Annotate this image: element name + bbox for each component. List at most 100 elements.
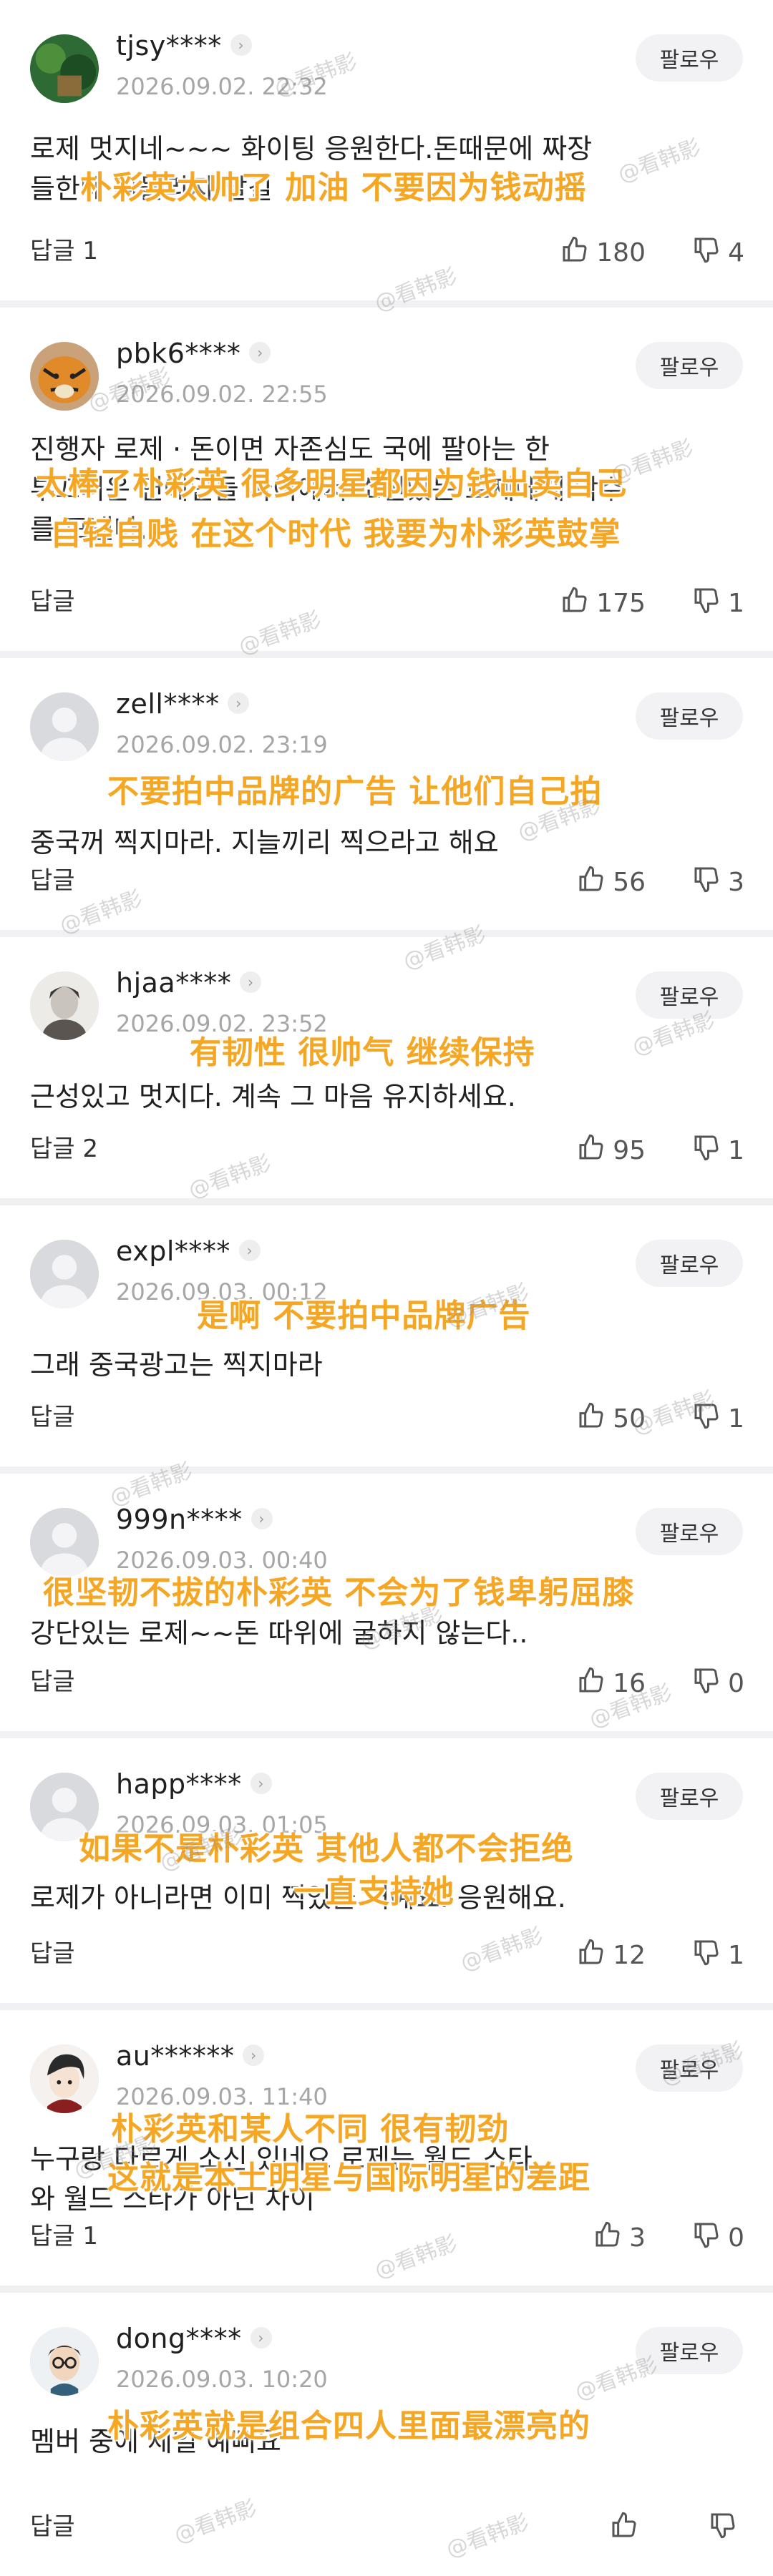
dislike-button[interactable]: 0 bbox=[692, 2220, 744, 2256]
chevron-right-icon[interactable]: › bbox=[249, 341, 271, 363]
reply-button[interactable]: 답글 1 bbox=[30, 2216, 98, 2251]
translation-overlay: 很坚韧不拔的朴彩英 不会为了钱卑躬屈膝 bbox=[43, 1575, 635, 1611]
comment-item: au****** › 2026.09.03. 11:40 팔로우 누구랑 다르게 … bbox=[0, 2010, 773, 2293]
chevron-right-icon[interactable]: › bbox=[250, 1772, 272, 1794]
dislike-button[interactable]: 1 bbox=[692, 1401, 744, 1436]
thumbs-up-icon bbox=[577, 865, 613, 900]
comment-date: 2026.09.03. 10:20 bbox=[116, 2366, 328, 2393]
thumbs-down-icon bbox=[692, 1938, 728, 1973]
dislike-button[interactable]: 1 bbox=[692, 586, 744, 621]
username[interactable]: zell**** › bbox=[116, 688, 250, 720]
avatar[interactable] bbox=[30, 692, 99, 761]
thumbs-up-icon bbox=[577, 1938, 613, 1973]
follow-button[interactable]: 팔로우 bbox=[636, 342, 743, 389]
thumbs-down-icon bbox=[709, 2511, 744, 2546]
reply-button[interactable]: 답글 1 bbox=[30, 231, 98, 266]
username[interactable]: happ**** › bbox=[116, 1768, 272, 1800]
dislike-count: 1 bbox=[728, 1136, 744, 1165]
avatar[interactable] bbox=[30, 1240, 99, 1308]
avatar[interactable] bbox=[30, 342, 99, 411]
like-count: 175 bbox=[596, 589, 646, 618]
follow-button[interactable]: 팔로우 bbox=[636, 971, 743, 1019]
dislike-button[interactable]: 1 bbox=[692, 1938, 744, 1973]
dislike-button[interactable]: 1 bbox=[692, 1133, 744, 1168]
comment-list: tjsy**** › 2026.09.02. 22:32 팔로우 로제 멋지네~~… bbox=[0, 0, 773, 2576]
thumbs-up-icon bbox=[577, 1666, 613, 1701]
translation-overlay: 朴彩英太帅了 加油 不要因为钱动摇 bbox=[80, 170, 587, 206]
reply-button[interactable]: 답글 bbox=[30, 2507, 75, 2542]
reply-button[interactable]: 답글 bbox=[30, 582, 75, 617]
follow-button[interactable]: 팔로우 bbox=[636, 1773, 743, 1820]
comment-item: hjaa**** › 2026.09.02. 23:52 팔로우 근성있고 멋지다… bbox=[0, 937, 773, 1205]
translation-overlay: 朴彩英和某人不同 很有韧劲 bbox=[111, 2111, 510, 2148]
follow-button[interactable]: 팔로우 bbox=[636, 692, 743, 740]
like-button[interactable]: 3 bbox=[593, 2220, 646, 2256]
like-button[interactable]: 56 bbox=[577, 865, 646, 900]
chevron-right-icon[interactable]: › bbox=[230, 34, 252, 56]
like-button[interactable]: 50 bbox=[577, 1401, 646, 1436]
like-count: 12 bbox=[613, 1941, 646, 1970]
like-count: 95 bbox=[613, 1136, 646, 1165]
reply-button[interactable]: 답글 bbox=[30, 861, 75, 896]
dislike-button[interactable] bbox=[709, 2511, 744, 2546]
avatar[interactable] bbox=[30, 2327, 99, 2396]
like-count: 50 bbox=[613, 1404, 646, 1434]
avatar[interactable] bbox=[30, 34, 99, 103]
translation-overlay: 太棒了朴彩英 很多明星都因为钱出卖自己 bbox=[36, 466, 628, 502]
username[interactable]: hjaa**** › bbox=[116, 967, 262, 999]
dislike-count: 1 bbox=[728, 1404, 744, 1434]
thumbs-down-icon bbox=[692, 235, 728, 270]
dislike-count: 1 bbox=[728, 1941, 744, 1970]
follow-button[interactable]: 팔로우 bbox=[636, 2044, 743, 2092]
follow-button[interactable]: 팔로우 bbox=[636, 2327, 743, 2374]
like-button[interactable]: 175 bbox=[560, 586, 646, 621]
like-button[interactable] bbox=[610, 2511, 646, 2546]
comment-date: 2026.09.02. 23:19 bbox=[116, 731, 328, 758]
thumbs-down-icon bbox=[692, 586, 728, 621]
translation-overlay: 自轻自贱 在这个时代 我要为朴彩英鼓掌 bbox=[50, 516, 621, 552]
dislike-count: 4 bbox=[728, 238, 744, 268]
follow-button[interactable]: 팔로우 bbox=[636, 1508, 743, 1555]
like-button[interactable]: 95 bbox=[577, 1133, 646, 1168]
chevron-right-icon[interactable]: › bbox=[240, 971, 262, 993]
comment-item: expl**** › 2026.09.03. 00:12 팔로우 그래 중국광고는… bbox=[0, 1205, 773, 1474]
chevron-right-icon[interactable]: › bbox=[251, 1507, 273, 1529]
like-button[interactable]: 16 bbox=[577, 1666, 646, 1701]
translation-overlay: 一直支持她 bbox=[293, 1874, 454, 1910]
like-button[interactable]: 180 bbox=[560, 235, 646, 270]
like-button[interactable]: 12 bbox=[577, 1938, 646, 1973]
chevron-right-icon[interactable]: › bbox=[238, 1239, 261, 1261]
chevron-right-icon[interactable]: › bbox=[228, 692, 250, 714]
comment-date: 2026.09.02. 22:32 bbox=[116, 73, 328, 100]
dislike-button[interactable]: 3 bbox=[692, 865, 744, 900]
thumbs-down-icon bbox=[692, 1666, 728, 1701]
like-count: 16 bbox=[613, 1669, 646, 1698]
username[interactable]: expl**** › bbox=[116, 1235, 261, 1267]
reply-button[interactable]: 답글 bbox=[30, 1934, 75, 1969]
comment-item: happ**** › 2026.09.03. 01:05 팔로우 로제가 아니라면… bbox=[0, 1738, 773, 2010]
follow-button[interactable]: 팔로우 bbox=[636, 34, 743, 82]
comment-item: 999n**** › 2026.09.03. 00:40 팔로우 강단있는 로제~… bbox=[0, 1474, 773, 1738]
reply-button[interactable]: 답글 bbox=[30, 1397, 75, 1432]
username[interactable]: 999n**** › bbox=[116, 1504, 273, 1535]
thumbs-down-icon bbox=[692, 1133, 728, 1168]
avatar[interactable] bbox=[30, 971, 99, 1040]
chevron-right-icon[interactable]: › bbox=[243, 2044, 265, 2066]
dislike-count: 3 bbox=[728, 868, 744, 897]
translation-overlay: 不要拍中品牌的广告 让他们自己拍 bbox=[107, 773, 603, 810]
comment-item: tjsy**** › 2026.09.02. 22:32 팔로우 로제 멋지네~~… bbox=[0, 0, 773, 308]
username[interactable]: pbk6**** › bbox=[116, 338, 271, 369]
username[interactable]: tjsy**** › bbox=[116, 30, 252, 62]
dislike-button[interactable]: 0 bbox=[692, 1666, 744, 1701]
avatar[interactable] bbox=[30, 2044, 99, 2113]
reply-button[interactable]: 답글 2 bbox=[30, 1129, 98, 1164]
thumbs-up-icon bbox=[593, 2220, 629, 2256]
username[interactable]: dong**** › bbox=[116, 2323, 272, 2354]
like-count: 3 bbox=[629, 2223, 646, 2253]
username[interactable]: au****** › bbox=[116, 2040, 265, 2072]
dislike-button[interactable]: 4 bbox=[692, 235, 744, 270]
chevron-right-icon[interactable]: › bbox=[250, 2326, 272, 2349]
comment-date: 2026.09.02. 22:55 bbox=[116, 381, 328, 408]
follow-button[interactable]: 팔로우 bbox=[636, 1240, 743, 1287]
reply-button[interactable]: 답글 bbox=[30, 1662, 75, 1697]
